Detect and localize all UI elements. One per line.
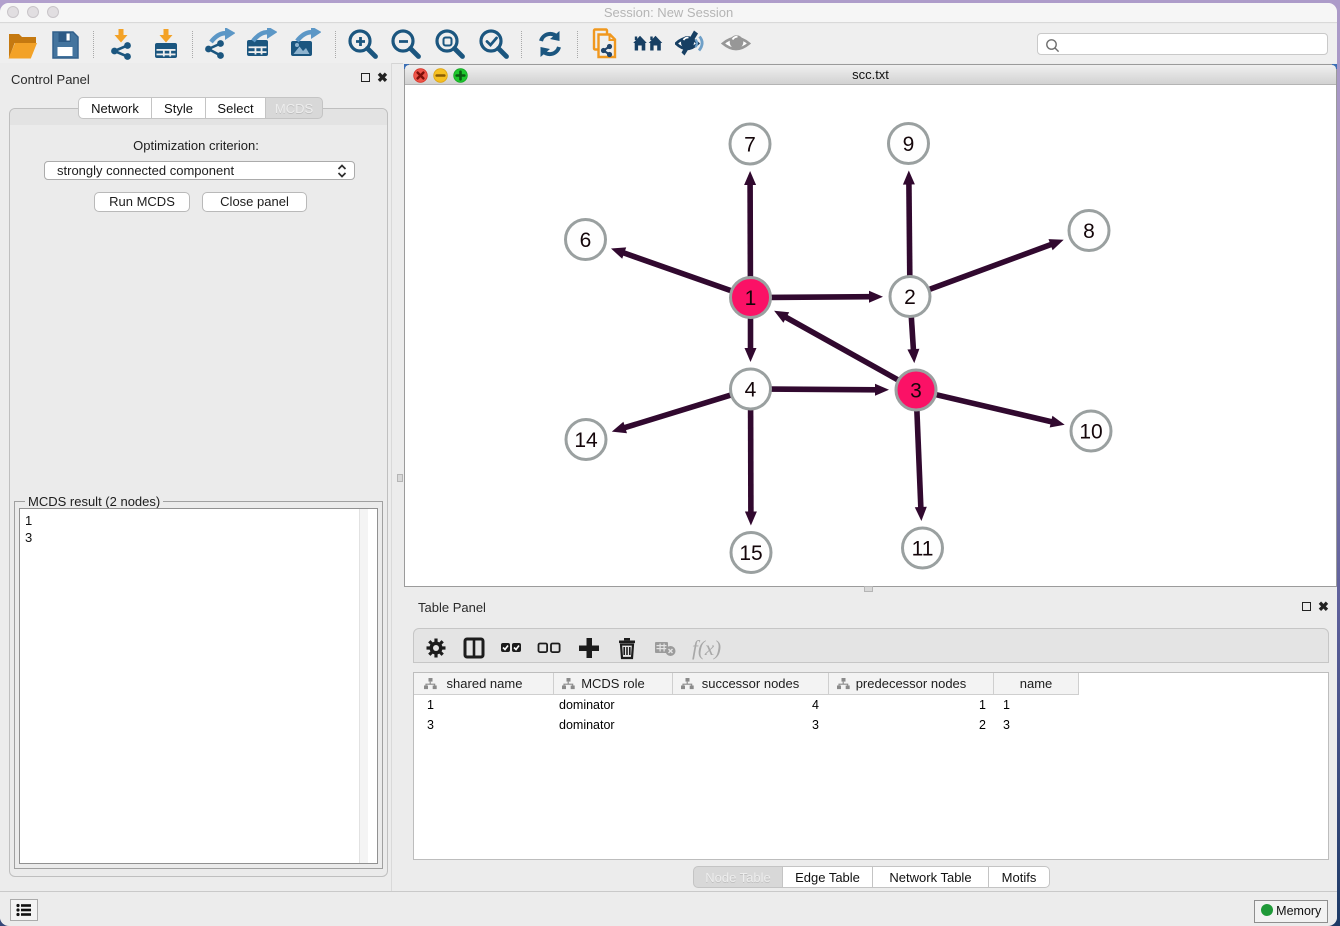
svg-text:f(x): f(x) <box>692 636 721 660</box>
svg-text:11: 11 <box>912 538 934 561</box>
svg-text:9: 9 <box>903 133 915 156</box>
svg-text:15: 15 <box>739 542 762 565</box>
svg-text:1: 1 <box>745 287 757 310</box>
svg-text:2: 2 <box>904 286 916 309</box>
svg-text:4: 4 <box>745 379 757 402</box>
svg-text:7: 7 <box>744 134 756 157</box>
svg-text:10: 10 <box>1079 421 1102 444</box>
svg-text:8: 8 <box>1083 220 1095 243</box>
svg-text:14: 14 <box>574 429 598 452</box>
svg-text:6: 6 <box>580 229 592 252</box>
svg-text:3: 3 <box>910 380 922 403</box>
